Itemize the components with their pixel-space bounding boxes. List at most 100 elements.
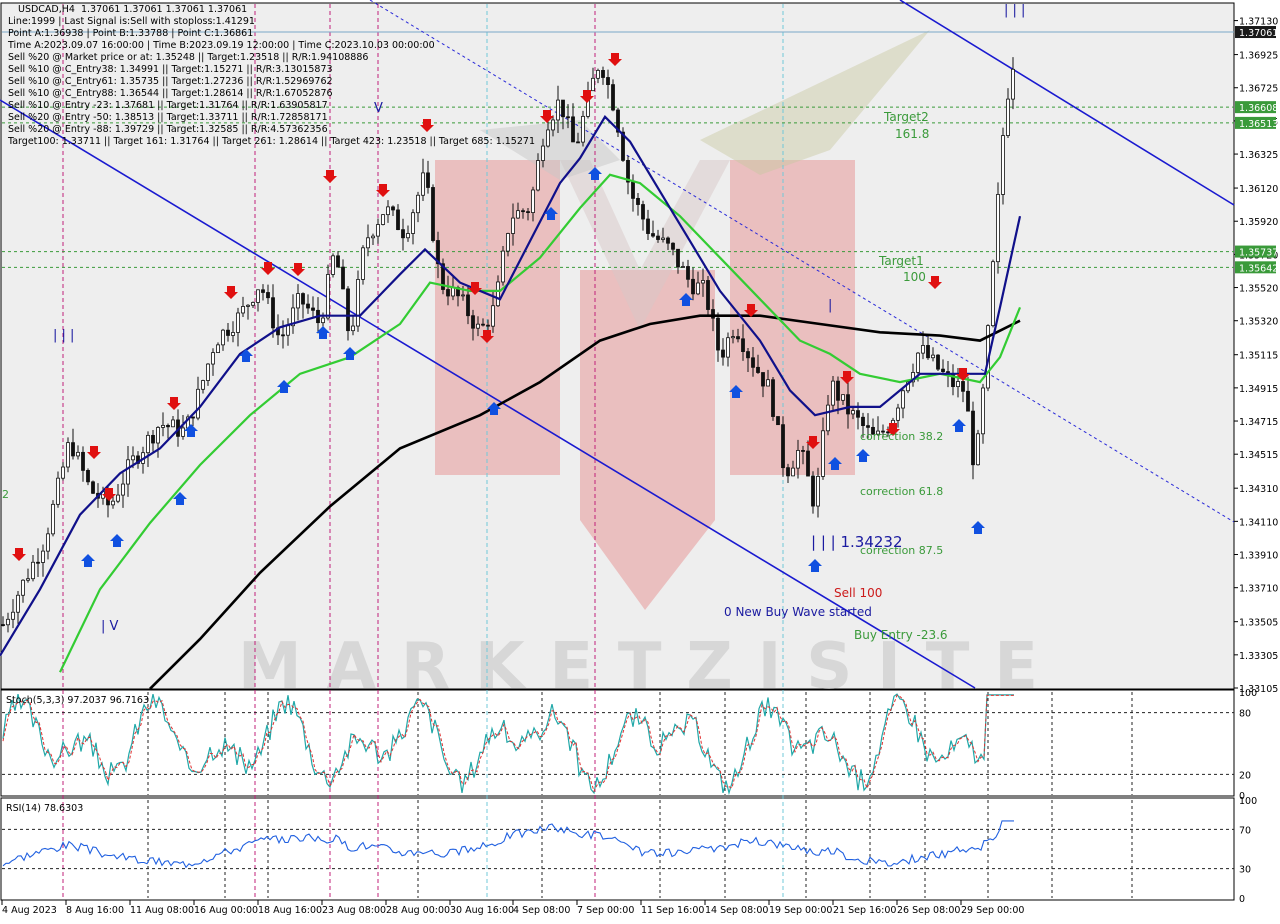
candle-body (226, 329, 230, 336)
candle-body (676, 248, 680, 268)
candle-body (1, 624, 5, 626)
candle-body (831, 380, 835, 406)
candle-body (566, 116, 570, 119)
candle-body (266, 292, 270, 299)
time-tick-label: 29 Sep 00:00 (961, 905, 1024, 916)
candle-body (701, 280, 705, 284)
price-tick-label: 1.35320 (1239, 317, 1278, 328)
candle-body (531, 189, 535, 213)
candle-body (486, 324, 490, 327)
candle-body (196, 388, 200, 419)
candle-body (246, 304, 250, 307)
candle-body (856, 410, 860, 418)
candle-body (171, 419, 175, 428)
price-tick-label: 1.35115 (1239, 351, 1278, 362)
info-line: Sell %10 @ C_Entry88: 1.36544 || Target:… (8, 88, 333, 99)
price-tick-label: 1.33305 (1239, 651, 1278, 662)
wave-top-right-label: | | | (1004, 3, 1025, 18)
candle-body (521, 210, 525, 213)
candle-body (846, 394, 850, 415)
candle-body (696, 282, 700, 295)
watermark-shape (730, 160, 855, 475)
wave-i-mid-label: | (828, 298, 832, 313)
wave-v-top-label: V (374, 101, 383, 116)
candle-body (26, 578, 30, 581)
candle-body (216, 344, 220, 354)
candle-body (816, 476, 820, 507)
candle-body (536, 160, 540, 191)
price-tick-label: 1.34915 (1239, 384, 1278, 395)
candle-body (596, 70, 600, 79)
info-line: Sell %10 @ Entry -23: 1.37681 || Target:… (8, 100, 328, 111)
candle-body (116, 494, 120, 502)
candle-body (671, 242, 675, 250)
candle-body (391, 206, 395, 211)
candle-body (526, 211, 530, 213)
candle-body (166, 424, 170, 428)
info-line: Target100: 1.33711 || Target 161: 1.3176… (8, 136, 535, 147)
candle-body (961, 381, 965, 392)
info-line: Sell %20 @ Entry -50: 1.38513 || Target:… (8, 112, 328, 123)
candle-body (996, 194, 1000, 263)
candle-body (31, 561, 35, 580)
candle-body (231, 332, 235, 336)
candle-body (801, 450, 805, 452)
candle-body (81, 451, 85, 471)
candle-body (781, 424, 785, 469)
candle-body (556, 99, 560, 121)
candle-body (576, 141, 580, 144)
candle-body (446, 289, 450, 297)
time-tick-label: 26 Sep 08:00 (897, 905, 960, 916)
candle-body (356, 279, 360, 327)
time-tick-label: 21 Sep 16:00 (833, 905, 896, 916)
symbol-header: USDCAD,H4 1.37061 1.37061 1.37061 1.3706… (18, 4, 248, 15)
candle-body (546, 129, 550, 147)
correction-61-label: correction 61.8 (860, 485, 943, 498)
buy-entry-label: Buy Entry -23.6 (854, 628, 948, 642)
candle-body (661, 237, 665, 240)
candle-body (541, 145, 545, 161)
price-tick-label: 1.36120 (1239, 184, 1278, 195)
candle-body (416, 194, 420, 214)
candle-body (426, 172, 430, 188)
candle-body (746, 351, 750, 359)
price-tick-label: 1.34110 (1239, 517, 1278, 528)
candle-body (131, 455, 135, 461)
sell-100-label: Sell 100 (834, 586, 882, 600)
candle-body (126, 459, 130, 485)
candle-body (901, 390, 905, 409)
price-tick-label: 1.34515 (1239, 450, 1278, 461)
time-tick-label: 11 Aug 08:00 (130, 905, 194, 916)
candle-body (351, 325, 355, 332)
candle-body (481, 323, 485, 326)
candle-body (361, 247, 365, 280)
info-line: Line:1999 | Last Signal is:Sell with sto… (8, 16, 255, 27)
candle-body (476, 323, 480, 329)
info-line: Point A:1.36938 | Point B:1.33788 | Poin… (8, 28, 254, 39)
candle-body (666, 237, 670, 244)
candle-body (271, 297, 275, 329)
new-buy-wave-label: 0 New Buy Wave started (724, 605, 872, 619)
candle-body (341, 266, 345, 290)
candle-body (286, 325, 290, 336)
candle-body (396, 209, 400, 231)
candle-body (926, 345, 930, 359)
stoch-level-label: 80 (1239, 709, 1251, 720)
candle-body (431, 187, 435, 241)
candle-body (651, 233, 655, 237)
candle-body (966, 390, 970, 412)
candle-body (516, 210, 520, 219)
candle-body (861, 416, 865, 427)
rsi-level-label: 30 (1239, 865, 1251, 876)
candle-body (461, 294, 465, 297)
candle-body (66, 442, 70, 468)
candle-body (241, 306, 245, 314)
candle-body (826, 404, 830, 432)
candle-body (991, 261, 995, 327)
info-line: Sell %20 @ Market price or at: 1.35248 |… (8, 52, 369, 63)
candle-body (51, 503, 55, 535)
candle-body (741, 338, 745, 352)
candle-body (491, 305, 495, 327)
info-line: Sell %10 @ C_Entry38: 1.34991 || Target:… (8, 64, 333, 75)
candle-body (786, 467, 790, 477)
